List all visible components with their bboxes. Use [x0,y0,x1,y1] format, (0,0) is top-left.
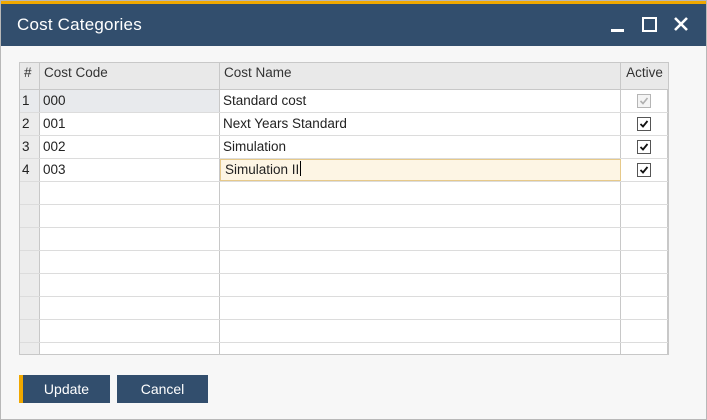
table-header: # Cost Code Cost Name Active [20,63,668,90]
cost-code-cell[interactable]: 001 [40,113,220,135]
active-cell [621,320,668,342]
column-header-number[interactable]: # [20,63,40,89]
cost-code-cell[interactable]: 000 [40,90,220,112]
row-number[interactable] [20,320,40,342]
close-button[interactable] [669,12,693,36]
cost-code-cell[interactable] [40,274,220,296]
empty-table-row[interactable] [20,274,668,297]
window-title: Cost Categories [17,15,142,34]
cost-categories-table: # Cost Code Cost Name Active 1 000 Stand… [19,62,669,355]
cost-name-cell[interactable] [220,251,621,273]
cost-name-cell[interactable]: Standard cost [220,90,621,112]
minimize-button[interactable] [605,12,629,36]
column-header-cost-name[interactable]: Cost Name [220,63,621,89]
checkmark-icon [639,166,649,174]
active-cell [621,113,668,135]
cost-name-cell[interactable] [220,320,621,342]
active-cell [621,251,668,273]
cost-categories-window: Cost Categories # Cost Code Cost Name Ac… [0,0,707,420]
cost-code-cell[interactable] [40,205,220,227]
active-cell [621,182,668,204]
cost-code-cell[interactable] [40,343,220,354]
active-checkbox[interactable] [637,117,651,131]
table-row[interactable]: 1 000 Standard cost [20,90,668,113]
cost-code-cell[interactable] [40,228,220,250]
table-row[interactable]: 3 002 Simulation [20,136,668,159]
cost-code-cell[interactable]: 002 [40,136,220,158]
empty-table-row[interactable] [20,205,668,228]
cost-name-cell[interactable] [220,228,621,250]
empty-table-row[interactable] [20,297,668,320]
active-cell [621,136,668,158]
active-cell [621,205,668,227]
cost-name-cell[interactable] [220,274,621,296]
row-number[interactable] [20,182,40,204]
row-number[interactable] [20,228,40,250]
cost-code-cell[interactable] [40,251,220,273]
empty-table-row[interactable] [20,251,668,274]
active-checkbox[interactable] [637,140,651,154]
checkmark-icon [639,97,649,105]
checkmark-icon [639,143,649,151]
cost-code-cell[interactable]: 003 [40,159,220,181]
active-cell [621,159,668,181]
active-cell [621,90,668,112]
cost-name-cell[interactable] [220,182,621,204]
text-cursor [300,161,302,176]
cancel-button[interactable]: Cancel [117,375,208,403]
cost-name-cell[interactable] [220,343,621,354]
column-header-cost-code[interactable]: Cost Code [40,63,220,89]
active-checkbox [637,94,651,108]
cost-code-cell[interactable] [40,182,220,204]
column-header-active[interactable]: Active [621,63,668,89]
active-cell [621,297,668,319]
cost-code-cell[interactable] [40,297,220,319]
empty-table-row[interactable] [20,343,668,354]
active-cell [621,343,668,354]
row-number[interactable] [20,274,40,296]
active-checkbox[interactable] [637,163,651,177]
row-number[interactable]: 3 [20,136,40,158]
cost-name-cell[interactable] [220,205,621,227]
active-cell [621,274,668,296]
row-number[interactable] [20,297,40,319]
update-button[interactable]: Update [19,375,110,403]
active-cell [621,228,668,250]
row-number[interactable]: 2 [20,113,40,135]
row-number[interactable] [20,251,40,273]
table-row[interactable]: 4 003 Simulation II [20,159,668,182]
row-number[interactable]: 1 [20,90,40,112]
checkmark-icon [639,120,649,128]
cost-name-cell[interactable]: Next Years Standard [220,113,621,135]
cost-name-cell[interactable]: Simulation [220,136,621,158]
table-row[interactable]: 2 001 Next Years Standard [20,113,668,136]
empty-table-row[interactable] [20,320,668,343]
cost-name-input-text: Simulation II [225,162,300,177]
row-number[interactable]: 4 [20,159,40,181]
empty-table-row[interactable] [20,228,668,251]
row-number[interactable] [20,343,40,354]
cost-name-cell[interactable] [220,297,621,319]
empty-table-row[interactable] [20,182,668,205]
maximize-button[interactable] [637,12,661,36]
title-bar: Cost Categories [1,4,706,46]
row-number[interactable] [20,205,40,227]
cost-code-cell[interactable] [40,320,220,342]
cost-name-input[interactable]: Simulation II [220,159,621,181]
